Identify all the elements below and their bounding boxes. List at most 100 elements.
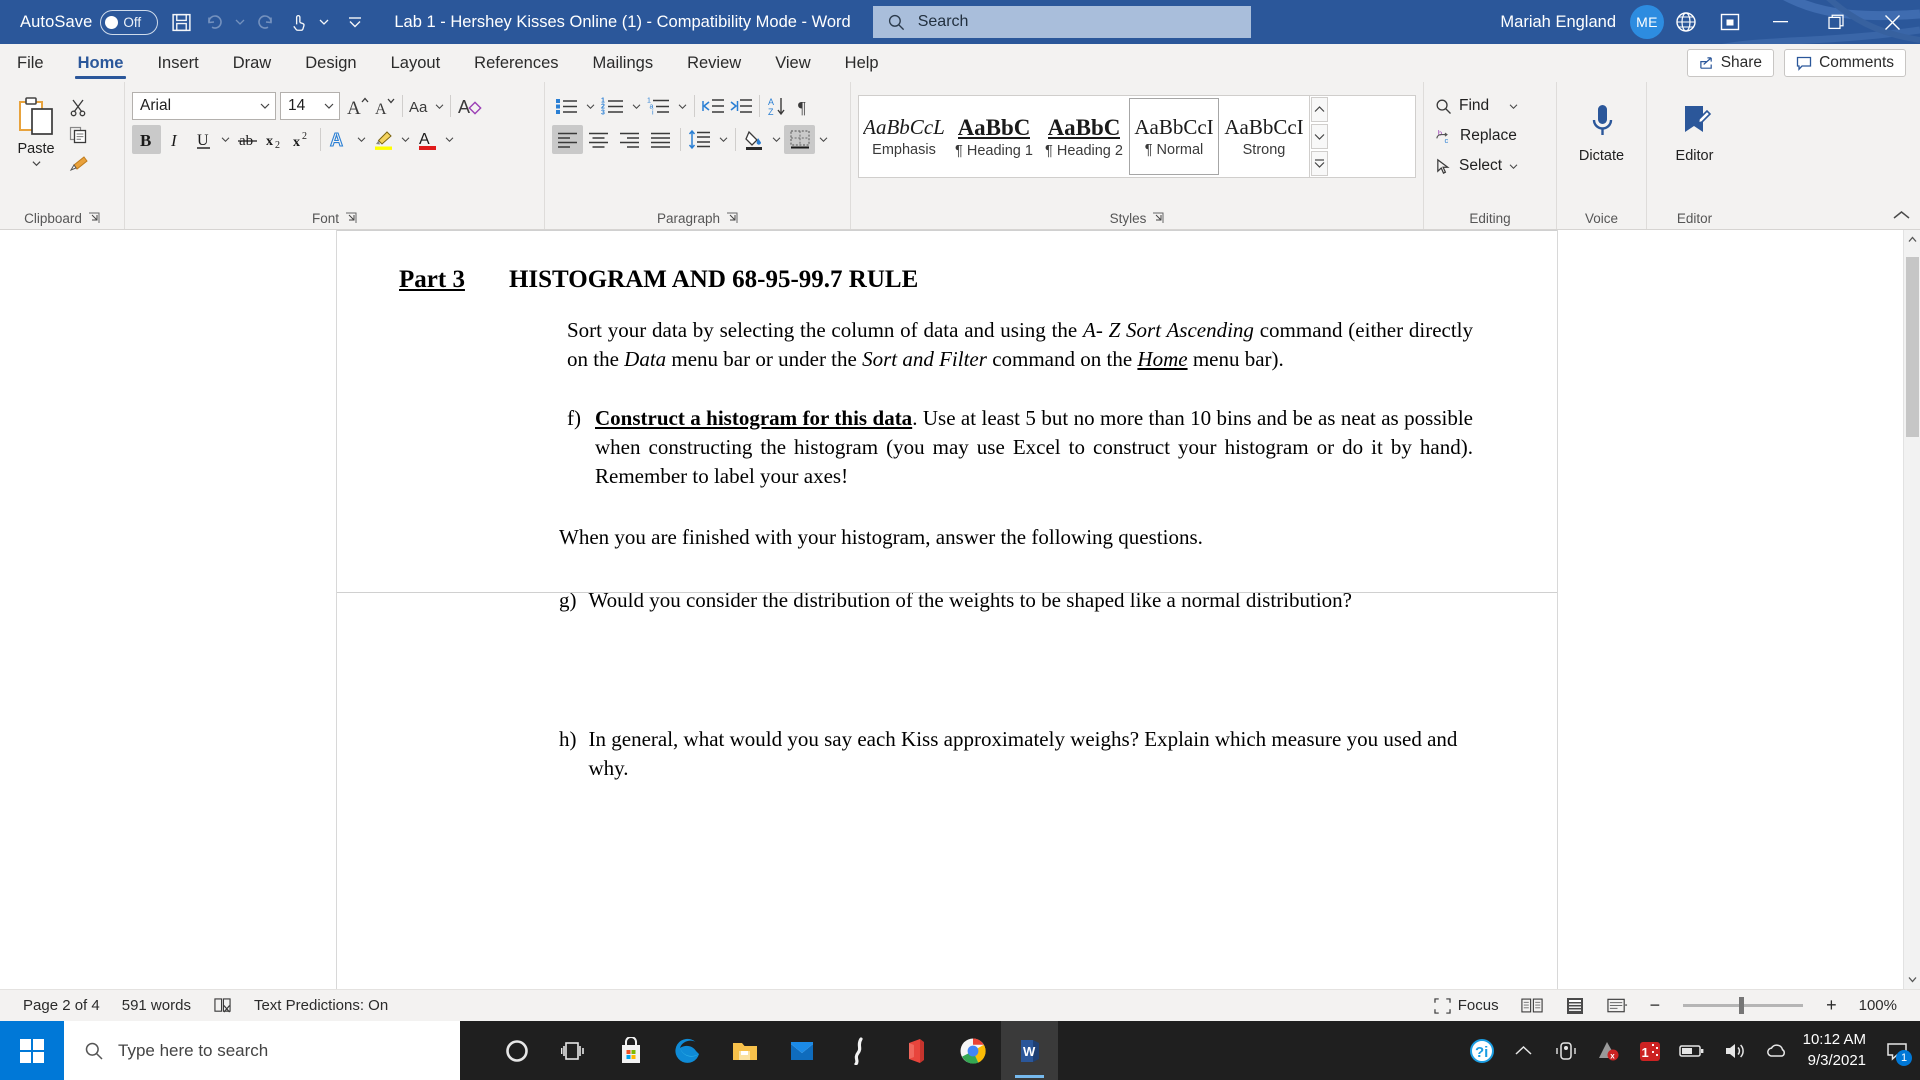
cortana-icon[interactable]: [488, 1021, 545, 1080]
align-right-button[interactable]: [614, 125, 645, 154]
scroll-up-button[interactable]: [1903, 230, 1920, 249]
zoom-slider[interactable]: [1683, 997, 1804, 1014]
save-icon[interactable]: [164, 5, 198, 39]
web-layout-button[interactable]: [1596, 997, 1639, 1015]
show-formatting-marks-button[interactable]: ¶: [792, 92, 818, 120]
tab-review[interactable]: Review: [670, 44, 758, 82]
editor-button[interactable]: Editor: [1658, 96, 1732, 164]
search-box[interactable]: Search: [872, 6, 1251, 38]
shading-options-button[interactable]: [768, 126, 784, 154]
accessibility-globe-icon[interactable]: [1664, 0, 1708, 44]
styles-gallery-scroll[interactable]: [1309, 96, 1329, 177]
style-item-emphasis[interactable]: AaBbCcL Emphasis: [859, 98, 949, 175]
style-item-normal[interactable]: AaBbCcI ¶ Normal: [1129, 98, 1219, 175]
decrease-indent-button[interactable]: [699, 92, 727, 120]
tab-layout[interactable]: Layout: [374, 44, 458, 82]
taskbar-search[interactable]: Type here to search: [64, 1021, 460, 1080]
grow-font-button[interactable]: A: [344, 92, 371, 120]
tab-help[interactable]: Help: [828, 44, 896, 82]
document-area[interactable]: Part 3 HISTOGRAM AND 68-95-99.7 RULE Sor…: [0, 230, 1920, 989]
font-dialog-launcher-icon[interactable]: [345, 212, 357, 224]
webcam-icon[interactable]: [1545, 1021, 1587, 1080]
style-item-heading-1[interactable]: AaBbC ¶ Heading 1: [949, 98, 1039, 175]
copy-button[interactable]: [65, 121, 91, 149]
italic-button[interactable]: I: [161, 125, 190, 154]
sort-button[interactable]: AZ: [764, 92, 792, 120]
battery-icon[interactable]: [1671, 1021, 1713, 1080]
replace-button[interactable]: bc Replace: [1431, 122, 1522, 150]
align-left-button[interactable]: [552, 125, 583, 154]
change-case-button[interactable]: Aa: [407, 92, 446, 120]
focus-button[interactable]: Focus: [1423, 997, 1510, 1014]
align-center-button[interactable]: [583, 125, 614, 154]
word-icon[interactable]: W: [1001, 1021, 1058, 1080]
page-indicator[interactable]: Page 2 of 4: [12, 997, 111, 1014]
ribbon-display-options-icon[interactable]: [1708, 0, 1752, 44]
maximize-restore-button[interactable]: [1808, 0, 1864, 44]
strikethrough-button[interactable]: ab: [233, 126, 262, 154]
borders-options-button[interactable]: [815, 126, 831, 154]
zoom-slider-thumb[interactable]: [1739, 997, 1745, 1014]
proofing-status[interactable]: [202, 997, 243, 1014]
tab-draw[interactable]: Draw: [216, 44, 289, 82]
text-effects-button[interactable]: A: [325, 126, 353, 154]
superscript-button[interactable]: x2: [289, 126, 316, 154]
scroll-thumb[interactable]: [1905, 257, 1919, 437]
zoom-out-button[interactable]: −: [1639, 995, 1672, 1016]
line-spacing-options-button[interactable]: [715, 126, 731, 154]
font-name-combo[interactable]: Arial: [132, 92, 276, 120]
bullets-button[interactable]: [552, 92, 582, 120]
scroll-down-button[interactable]: [1903, 970, 1920, 989]
multilevel-list-button[interactable]: 1ai: [644, 92, 674, 120]
document-content-page-2[interactable]: When you are finished with your histogra…: [337, 491, 1557, 783]
customize-quick-access-icon[interactable]: [338, 5, 372, 39]
word-count[interactable]: 591 words: [111, 997, 202, 1014]
cut-button[interactable]: [65, 93, 91, 121]
borders-button[interactable]: [784, 125, 815, 154]
avatar[interactable]: ME: [1630, 5, 1664, 39]
styles-scroll-down-button[interactable]: [1311, 124, 1328, 149]
styles-more-button[interactable]: [1311, 151, 1328, 176]
malwarebytes-icon[interactable]: 1: [1629, 1021, 1671, 1080]
styles-scroll-up-button[interactable]: [1311, 97, 1328, 122]
document-content[interactable]: Part 3 HISTOGRAM AND 68-95-99.7 RULE Sor…: [337, 230, 1557, 491]
style-item-heading-2[interactable]: AaBbC ¶ Heading 2: [1039, 98, 1129, 175]
bold-button[interactable]: B: [132, 125, 161, 154]
paragraph-dialog-launcher-icon[interactable]: [726, 212, 738, 224]
clock[interactable]: 10:12 AM 9/3/2021: [1797, 1030, 1880, 1071]
numbering-button[interactable]: 123: [598, 92, 628, 120]
autosave-toggle[interactable]: Off: [100, 9, 159, 35]
select-button[interactable]: Select: [1431, 152, 1522, 180]
tab-mailings[interactable]: Mailings: [576, 44, 671, 82]
start-button[interactable]: [0, 1021, 64, 1080]
undo-caret-icon[interactable]: [232, 5, 248, 39]
office-icon[interactable]: [887, 1021, 944, 1080]
chevron-down-icon[interactable]: [1509, 163, 1518, 170]
style-item-strong[interactable]: AaBbCcI Strong: [1219, 98, 1309, 175]
zoom-level[interactable]: 100%: [1848, 997, 1908, 1014]
styles-gallery[interactable]: AaBbCcL Emphasis AaBbC ¶ Heading 1 AaBbC…: [858, 95, 1416, 178]
touch-mode-caret-icon[interactable]: [316, 5, 332, 39]
numbering-options-button[interactable]: [628, 92, 644, 120]
subscript-button[interactable]: x2: [262, 126, 289, 154]
tab-home[interactable]: Home: [61, 44, 141, 82]
print-layout-button[interactable]: [1554, 997, 1596, 1015]
paste-caret-icon[interactable]: [31, 159, 41, 168]
tab-references[interactable]: References: [457, 44, 575, 82]
autosave-control[interactable]: AutoSave Off: [20, 9, 159, 35]
paste-button[interactable]: Paste: [7, 89, 65, 168]
zoom-in-button[interactable]: +: [1815, 995, 1848, 1016]
edge-icon[interactable]: [659, 1021, 716, 1080]
onedrive-icon[interactable]: [1755, 1021, 1797, 1080]
font-color-options-button[interactable]: [441, 126, 457, 154]
scroll-track[interactable]: [1904, 249, 1920, 970]
shading-button[interactable]: [740, 126, 768, 154]
read-mode-button[interactable]: [1510, 997, 1554, 1014]
undo-icon[interactable]: [198, 5, 232, 39]
share-button[interactable]: Share: [1686, 49, 1775, 77]
multilevel-list-options-button[interactable]: [674, 92, 690, 120]
minimize-button[interactable]: [1752, 0, 1808, 44]
font-size-combo[interactable]: 14: [280, 92, 340, 120]
text-highlight-button[interactable]: [369, 126, 397, 154]
text-effects-options-button[interactable]: [353, 126, 369, 154]
